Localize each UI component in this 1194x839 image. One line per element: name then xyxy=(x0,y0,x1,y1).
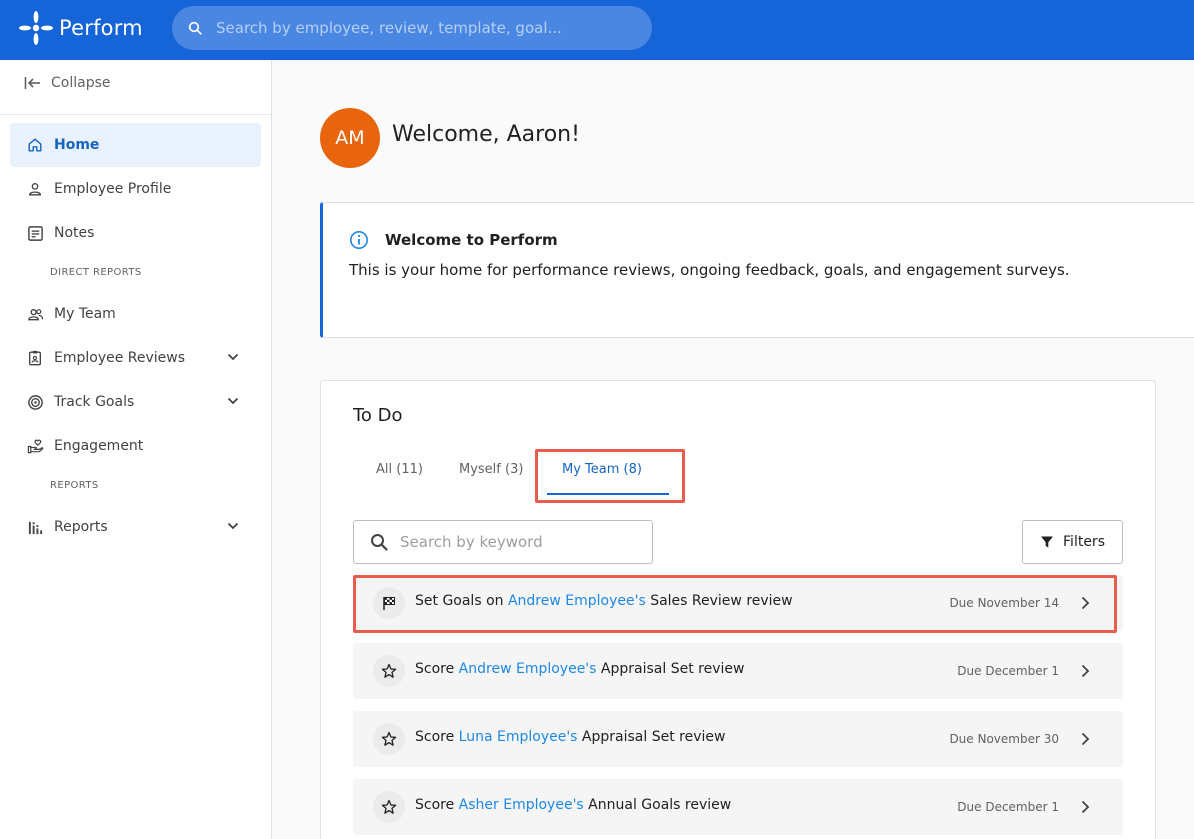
todo-title: To Do xyxy=(353,405,403,426)
engagement-icon xyxy=(26,437,44,455)
filters-button[interactable]: Filters xyxy=(1022,520,1123,564)
task-row[interactable]: Score Andrew Employee's Appraisal Set re… xyxy=(353,643,1123,699)
perform-logo-icon xyxy=(19,11,53,45)
page-title: Welcome, Aaron! xyxy=(392,122,580,147)
sidebar-item-label: Notes xyxy=(54,225,95,241)
home-icon xyxy=(26,136,44,154)
star-icon xyxy=(373,791,405,823)
chevron-down-icon[interactable] xyxy=(227,395,239,407)
highlight-box-task xyxy=(353,575,1117,633)
person-icon xyxy=(26,180,44,198)
reviews-icon xyxy=(26,349,44,367)
task-person-link[interactable]: Andrew Employee's xyxy=(459,661,597,677)
task-person-link[interactable]: Asher Employee's xyxy=(459,797,584,813)
collapse-button[interactable]: Collapse xyxy=(24,72,111,94)
task-prefix: Score xyxy=(415,661,459,677)
task-description: Score Andrew Employee's Appraisal Set re… xyxy=(415,661,744,677)
sidebar-item-reports[interactable]: Reports xyxy=(10,505,261,549)
app-name: Perform xyxy=(59,16,143,40)
sidebar-item-label: Engagement xyxy=(54,438,144,454)
tab-myself[interactable]: Myself (3) xyxy=(459,462,523,477)
highlight-box-tab xyxy=(535,449,685,503)
chevron-down-icon[interactable] xyxy=(227,351,239,363)
chevron-right-icon[interactable] xyxy=(1079,732,1091,746)
global-search[interactable] xyxy=(172,6,652,50)
task-due-date: Due December 1 xyxy=(957,664,1059,678)
global-search-input[interactable] xyxy=(216,19,616,37)
section-label-reports: REPORTS xyxy=(50,480,99,491)
task-suffix: Annual Goals review xyxy=(583,797,732,813)
sidebar-item-home[interactable]: Home xyxy=(10,123,261,167)
collapse-label: Collapse xyxy=(51,75,111,91)
sidebar-item-label: Reports xyxy=(54,519,108,535)
chevron-right-icon[interactable] xyxy=(1079,664,1091,678)
notes-icon xyxy=(26,224,44,242)
keyword-search-input[interactable] xyxy=(400,533,640,551)
logo[interactable]: Perform xyxy=(17,8,143,48)
todo-card: To Do All (11) Myself (3) My Team (8) Fi… xyxy=(320,380,1156,839)
sidebar-item-track-goals[interactable]: Track Goals xyxy=(10,380,261,424)
task-description: Score Asher Employee's Annual Goals revi… xyxy=(415,797,731,813)
task-person-link[interactable]: Luna Employee's xyxy=(459,729,578,745)
bar-chart-icon xyxy=(26,518,44,536)
top-bar: Perform xyxy=(0,0,1194,60)
sidebar-item-label: Home xyxy=(54,137,100,153)
task-suffix: Appraisal Set review xyxy=(577,729,726,745)
collapse-arrow-icon xyxy=(24,77,40,89)
task-due-date: Due December 1 xyxy=(957,800,1059,814)
info-title: Welcome to Perform xyxy=(385,231,558,249)
section-label-direct-reports: DIRECT REPORTS xyxy=(50,267,142,278)
sidebar-item-engagement[interactable]: Engagement xyxy=(10,424,261,468)
task-row[interactable]: Score Asher Employee's Annual Goals revi… xyxy=(353,779,1123,835)
info-icon xyxy=(350,231,368,249)
task-due-date: Due November 30 xyxy=(949,732,1059,746)
sidebar-divider xyxy=(0,114,271,115)
sidebar-item-employee-reviews[interactable]: Employee Reviews xyxy=(10,336,261,380)
sidebar-item-employee-profile[interactable]: Employee Profile xyxy=(10,167,261,211)
star-icon xyxy=(373,723,405,755)
task-prefix: Score xyxy=(415,797,459,813)
search-icon xyxy=(188,21,202,35)
sidebar-item-label: Employee Reviews xyxy=(54,350,186,366)
task-suffix: Appraisal Set review xyxy=(596,661,745,677)
sidebar-item-label: Track Goals xyxy=(54,394,135,410)
sidebar: Collapse Home Employee Profile Notes DIR… xyxy=(0,60,272,839)
tab-all[interactable]: All (11) xyxy=(376,462,423,477)
filter-icon xyxy=(1041,536,1054,548)
star-icon xyxy=(373,655,405,687)
sidebar-item-my-team[interactable]: My Team xyxy=(10,292,261,336)
sidebar-item-label: Employee Profile xyxy=(54,181,172,197)
task-prefix: Score xyxy=(415,729,459,745)
chevron-right-icon[interactable] xyxy=(1079,800,1091,814)
sidebar-item-label: My Team xyxy=(54,306,116,322)
sidebar-item-notes[interactable]: Notes xyxy=(10,211,261,255)
info-body: This is your home for performance review… xyxy=(349,261,1070,279)
keyword-search[interactable] xyxy=(353,520,653,564)
search-icon xyxy=(371,534,388,551)
chevron-down-icon[interactable] xyxy=(227,520,239,532)
target-icon xyxy=(26,393,44,411)
avatar[interactable]: AM xyxy=(320,108,380,168)
task-row[interactable]: Score Luna Employee's Appraisal Set revi… xyxy=(353,711,1123,767)
task-description: Score Luna Employee's Appraisal Set revi… xyxy=(415,729,725,745)
filters-label: Filters xyxy=(1063,534,1105,550)
info-card: Welcome to Perform This is your home for… xyxy=(320,202,1194,338)
team-icon xyxy=(26,305,44,323)
